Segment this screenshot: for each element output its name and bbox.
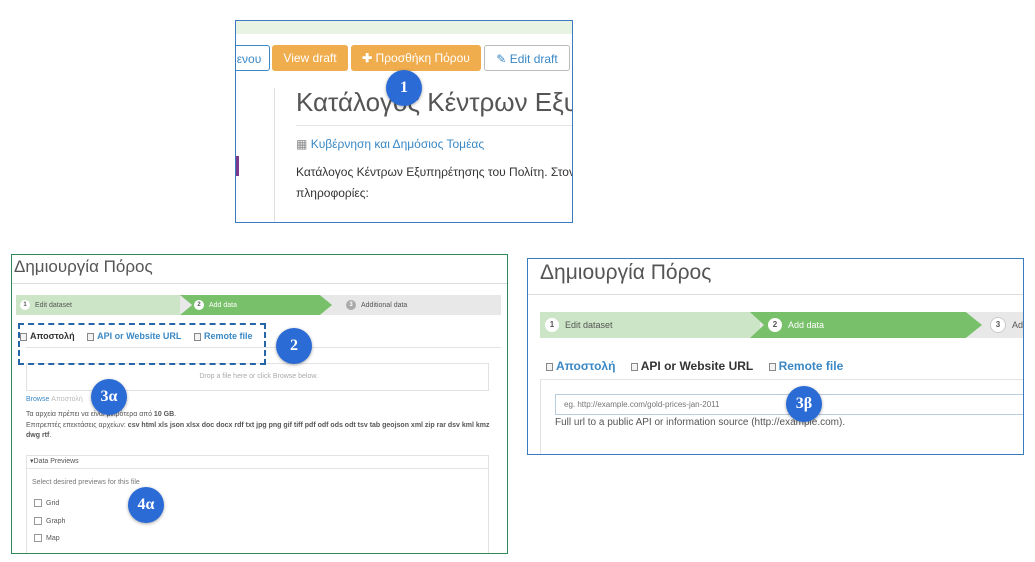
add-resource-label: Προσθήκη Πόρου (375, 51, 470, 65)
category-link[interactable]: ▦ Κυβέρνηση και Δημόσιος Τομέας (296, 137, 484, 151)
annotation-marker-4a: 4α (128, 487, 164, 523)
document-icon (630, 362, 638, 371)
dataset-page-panel: ενου View draft ✚ Προσθήκη Πόρου ✎ Edit … (235, 20, 573, 223)
stage-label: Additional data (361, 301, 408, 309)
tab-remote-label: Remote file (778, 359, 844, 373)
page-title: Δημιουργία Πόρος (540, 261, 712, 284)
highlight-dashed-box (18, 323, 266, 365)
title-divider (528, 294, 1023, 295)
option-label: Grid (46, 499, 60, 507)
preview-option-grid[interactable]: Grid (34, 499, 59, 507)
stage-number: 1 (545, 318, 559, 332)
stage-number: 3 (990, 317, 1006, 333)
alert-strip (236, 21, 572, 34)
title-divider (12, 283, 507, 284)
option-label: Graph (46, 517, 66, 525)
stage-number: 2 (194, 300, 204, 310)
checkbox[interactable] (34, 534, 42, 542)
stage-label: Edit dataset (35, 301, 72, 309)
stage-additional-data[interactable]: 3 Add (988, 312, 1024, 338)
preview-option-graph[interactable]: Graph (34, 517, 65, 525)
browse-row: Browse Αποστολή (26, 396, 83, 403)
create-resource-url-panel: Δημιουργία Πόρος 1 Edit dataset 2 Add da… (527, 258, 1024, 455)
edit-draft-label: Edit draft (509, 52, 558, 66)
add-resource-button[interactable]: ✚ Προσθήκη Πόρου (351, 45, 481, 71)
annotation-marker-1: 1 (386, 70, 422, 106)
option-label: Map (46, 534, 60, 542)
stage-number: 3 (346, 300, 356, 310)
stage-edit-dataset[interactable]: 1 Edit dataset (540, 312, 760, 338)
tab-upload[interactable]: Αποστολή (546, 359, 615, 373)
previews-header-label: Data Previews (33, 458, 79, 465)
stage-add-data[interactable]: 2 Add data (750, 312, 982, 338)
size-info-text: Τα αρχεία πρέπει να είναι μικρότερα από (26, 411, 152, 418)
tab-api-label: API or Website URL (640, 359, 754, 373)
view-draft-button[interactable]: View draft (272, 45, 348, 71)
edit-draft-button[interactable]: ✎ Edit draft (484, 45, 570, 71)
allowed-formats: Επιτρεπτές επεκτάσεις αρχείων: csv html … (26, 422, 490, 439)
resource-type-tabs: Αποστολή API or Website URL Remote file (546, 359, 855, 373)
upload-button[interactable]: Αποστολή (51, 396, 82, 403)
sidebar-box (236, 88, 275, 222)
category-label: Κυβέρνηση και Δημόσιος Τομέας (310, 137, 485, 151)
preview-option-map[interactable]: Map (34, 534, 60, 542)
formats-label: Επιτρεπτές επεκτάσεις αρχείων: (26, 422, 126, 429)
description-line-2: πληροφορίες: (296, 186, 369, 200)
tab-upload-label: Αποστολή (556, 359, 616, 373)
checkbox[interactable] (34, 517, 42, 525)
data-previews-box (26, 455, 489, 553)
stage-edit-dataset[interactable]: 1 Edit dataset (16, 295, 180, 315)
dataset-description: Κατάλογος Κέντρων Εξυπηρέτησης του Πολίτ… (296, 162, 573, 204)
tab-api-url[interactable]: API or Website URL (630, 359, 754, 373)
previews-instruction: Select desired previews for this file (32, 479, 140, 486)
annotation-marker-3a: 3α (91, 379, 127, 415)
stage-label: Add data (209, 301, 238, 309)
title-divider (296, 125, 572, 126)
stage-label: Edit dataset (565, 320, 613, 330)
manage-button[interactable]: ενου (236, 45, 270, 71)
building-icon: ▦ (296, 137, 308, 151)
document-icon (768, 362, 776, 371)
annotation-marker-3b: 3β (786, 386, 822, 422)
stage-label: Add data (788, 320, 825, 330)
document-icon (546, 362, 553, 371)
tab-remote-file[interactable]: Remote file (768, 359, 844, 373)
edit-icon: ✎ (496, 52, 507, 66)
page-title: Δημιουργία Πόρος (14, 257, 153, 276)
stage-label: Add (1012, 320, 1024, 330)
stage-number: 2 (768, 318, 782, 332)
browse-link[interactable]: Browse (26, 396, 49, 403)
dataset-title: Κατάλογος Κέντρων Εξυπ (296, 87, 573, 117)
stage-additional-data[interactable]: 3 Additional data (342, 295, 492, 315)
data-previews-header[interactable]: ▾Data Previews (26, 455, 489, 469)
description-line-1: Κατάλογος Κέντρων Εξυπηρέτησης του Πολίτ… (296, 165, 573, 179)
plus-icon: ✚ (362, 51, 373, 65)
annotation-marker-2: 2 (276, 328, 312, 364)
checkbox[interactable] (34, 499, 42, 507)
create-resource-upload-panel: Δημιουργία Πόρος 1 Edit dataset 2 Add da… (11, 254, 508, 554)
sidebar-accent (236, 156, 239, 176)
stage-number: 1 (20, 300, 30, 310)
size-limit: 10 GB (153, 411, 175, 418)
stage-add-data[interactable]: 2 Add data (180, 295, 332, 315)
